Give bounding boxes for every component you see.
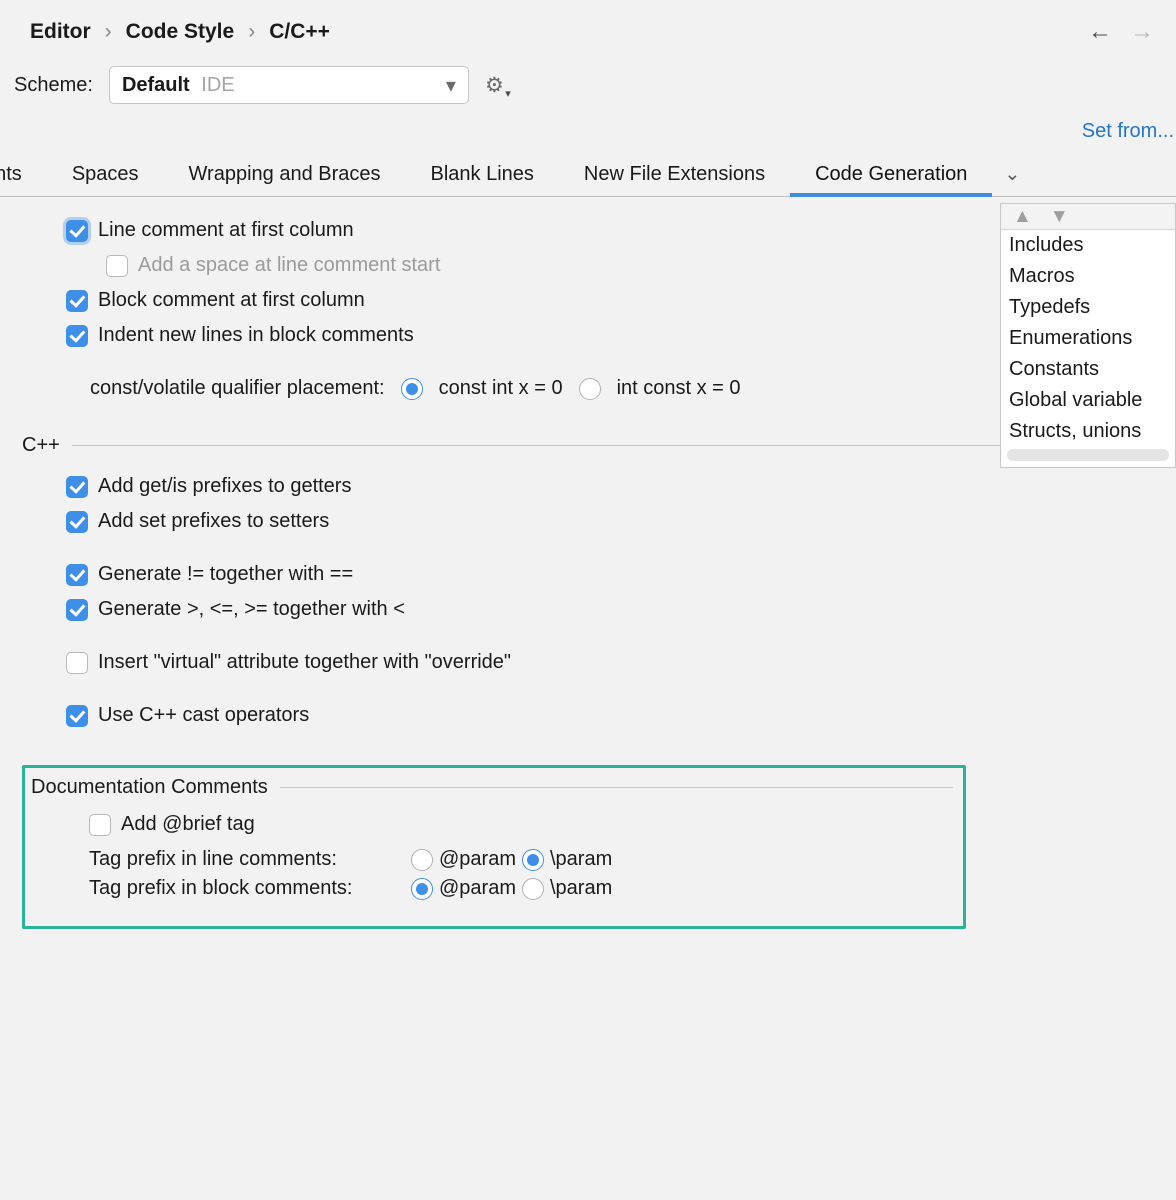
breadcrumb-codestyle[interactable]: Code Style	[126, 20, 235, 44]
arrow-up-icon[interactable]: ▲	[1013, 206, 1032, 228]
set-from-link[interactable]: Set from...	[0, 116, 1176, 153]
qualifier-option-a: const int x = 0	[439, 377, 563, 400]
list-item[interactable]: Typedefs	[1001, 292, 1175, 323]
structure-panel: ▲ ▼ Includes Macros Typedefs Enumeration…	[1000, 203, 1176, 468]
label-line-comment-first: Line comment at first column	[98, 219, 354, 242]
qualifier-option-b: int const x = 0	[617, 377, 741, 400]
chevron-down-icon: ▾	[446, 73, 456, 98]
radio-block-at[interactable]	[411, 878, 433, 900]
tab-blank-lines[interactable]: Blank Lines	[406, 153, 559, 196]
checkbox-generate-neq[interactable]	[66, 564, 88, 586]
checkbox-block-comment-first[interactable]	[66, 290, 88, 312]
label-getis-prefix: Add get/is prefixes to getters	[98, 475, 351, 498]
breadcrumb-ccpp: C/C++	[269, 20, 330, 44]
checkbox-indent-block-comments[interactable]	[66, 325, 88, 347]
checkbox-set-prefix[interactable]	[66, 511, 88, 533]
gear-icon[interactable]: ⚙▾	[485, 73, 504, 98]
breadcrumb: Editor › Code Style › C/C++	[30, 20, 330, 44]
list-item[interactable]: Includes	[1001, 230, 1175, 261]
tab-new-file-ext[interactable]: New File Extensions	[559, 153, 790, 196]
radio-line-bs[interactable]	[522, 849, 544, 871]
back-arrow-icon[interactable]: ←	[1088, 18, 1112, 46]
radio-qualifier-west[interactable]	[401, 378, 423, 400]
list-item[interactable]: Structs, unions	[1001, 416, 1175, 447]
scheme-name: Default	[122, 74, 190, 96]
checkbox-getis-prefix[interactable]	[66, 476, 88, 498]
label-line-bs: \param	[550, 848, 612, 871]
label-set-prefix: Add set prefixes to setters	[98, 510, 329, 533]
structure-list[interactable]: Includes Macros Typedefs Enumerations Co…	[1001, 230, 1175, 447]
label-block-at: @param	[439, 877, 516, 900]
arrow-down-icon[interactable]: ▼	[1050, 206, 1069, 228]
list-item[interactable]: Global variable	[1001, 385, 1175, 416]
checkbox-virtual-override[interactable]	[66, 652, 88, 674]
list-item[interactable]: Constants	[1001, 354, 1175, 385]
chevron-right-icon: ›	[248, 20, 255, 44]
scrollbar[interactable]	[1007, 449, 1169, 461]
chevron-down-icon: ▾	[505, 87, 511, 100]
label-block-comment-first: Block comment at first column	[98, 289, 365, 312]
scheme-suffix: IDE	[201, 74, 234, 96]
tab-overflow-icon[interactable]: ⌄	[992, 153, 1024, 196]
label-generate-rel: Generate >, <=, >= together with <	[98, 598, 405, 621]
label-virtual-override: Insert "virtual" attribute together with…	[98, 651, 511, 674]
chevron-right-icon: ›	[105, 20, 112, 44]
scheme-label: Scheme:	[14, 74, 93, 97]
radio-block-bs[interactable]	[522, 878, 544, 900]
tabs: ents Spaces Wrapping and Braces Blank Li…	[0, 153, 1176, 197]
documentation-comments-highlight: Documentation Comments Add @brief tag Ta…	[22, 765, 966, 929]
breadcrumb-editor[interactable]: Editor	[30, 20, 91, 44]
label-line-at: @param	[439, 848, 516, 871]
tab-spaces[interactable]: Spaces	[47, 153, 164, 196]
checkbox-cpp-cast[interactable]	[66, 705, 88, 727]
label-tag-prefix-block: Tag prefix in block comments:	[89, 877, 395, 900]
list-item[interactable]: Macros	[1001, 261, 1175, 292]
tab-code-generation[interactable]: Code Generation	[790, 153, 992, 197]
label-block-bs: \param	[550, 877, 612, 900]
checkbox-line-comment-first[interactable]	[66, 220, 88, 242]
label-add-space-line-comment: Add a space at line comment start	[138, 254, 440, 277]
divider	[280, 787, 953, 788]
tab-wrapping[interactable]: Wrapping and Braces	[164, 153, 406, 196]
forward-arrow-icon: →	[1130, 18, 1154, 46]
label-indent-block-comments: Indent new lines in block comments	[98, 324, 414, 347]
checkbox-add-space-line-comment[interactable]	[106, 255, 128, 277]
nav-arrows: ← →	[1088, 18, 1154, 46]
tab-partial[interactable]: ents	[0, 153, 47, 196]
section-cpp: C++	[22, 434, 60, 457]
qualifier-label: const/volatile qualifier placement:	[90, 377, 385, 400]
section-doc-comments: Documentation Comments	[31, 776, 268, 799]
radio-qualifier-east[interactable]	[579, 378, 601, 400]
label-generate-neq: Generate != together with ==	[98, 563, 353, 586]
radio-line-at[interactable]	[411, 849, 433, 871]
checkbox-generate-rel[interactable]	[66, 599, 88, 621]
label-tag-prefix-line: Tag prefix in line comments:	[89, 848, 395, 871]
scheme-select[interactable]: Default IDE ▾	[109, 66, 469, 104]
label-cpp-cast: Use C++ cast operators	[98, 704, 309, 727]
list-item[interactable]: Enumerations	[1001, 323, 1175, 354]
checkbox-add-brief[interactable]	[89, 814, 111, 836]
label-add-brief: Add @brief tag	[121, 813, 255, 836]
